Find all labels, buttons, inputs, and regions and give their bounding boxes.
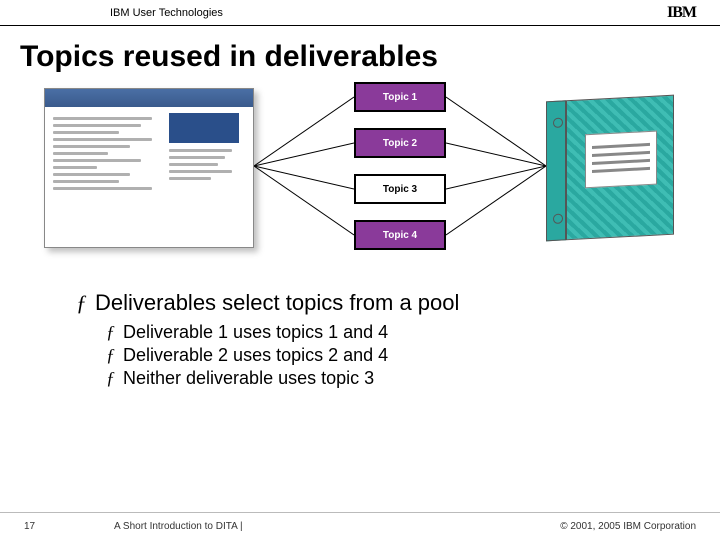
header: IBM User Technologies IBM (0, 0, 720, 26)
slide-title: Topics reused in deliverables (0, 26, 720, 82)
bullet-marker-icon: ƒ (106, 368, 115, 388)
bullet-marker-icon: ƒ (76, 290, 87, 315)
footer: 17 A Short Introduction to DITA | © 2001… (0, 512, 720, 540)
footer-title: A Short Introduction to DITA | (84, 521, 560, 532)
bullet-sub: ƒDeliverable 1 uses topics 1 and 4 (106, 322, 720, 343)
bullet-main: ƒDeliverables select topics from a pool (76, 290, 720, 316)
topic-3-box: Topic 3 (354, 174, 446, 204)
bullet-list: ƒDeliverables select topics from a pool … (76, 290, 720, 389)
bullet-marker-icon: ƒ (106, 322, 115, 342)
topic-2-box: Topic 2 (354, 128, 446, 158)
connector-right (446, 82, 546, 282)
connector-left (254, 82, 354, 282)
bullet-sub: ƒNeither deliverable uses topic 3 (106, 368, 720, 389)
bullet-sub: ƒDeliverable 2 uses topics 2 and 4 (106, 345, 720, 366)
page-number: 17 (24, 521, 84, 532)
bullet-marker-icon: ƒ (106, 345, 115, 365)
diagram: Topic 1 Topic 2 Topic 3 Topic 4 (20, 82, 700, 282)
ibm-logo: IBM (667, 4, 696, 22)
topic-1-box: Topic 1 (354, 82, 446, 112)
deliverable-1-thumbnail (44, 88, 254, 248)
deliverable-2-binder (546, 95, 674, 242)
header-org: IBM User Technologies (110, 7, 223, 19)
topic-4-box: Topic 4 (354, 220, 446, 250)
copyright: © 2001, 2005 IBM Corporation (560, 521, 696, 532)
